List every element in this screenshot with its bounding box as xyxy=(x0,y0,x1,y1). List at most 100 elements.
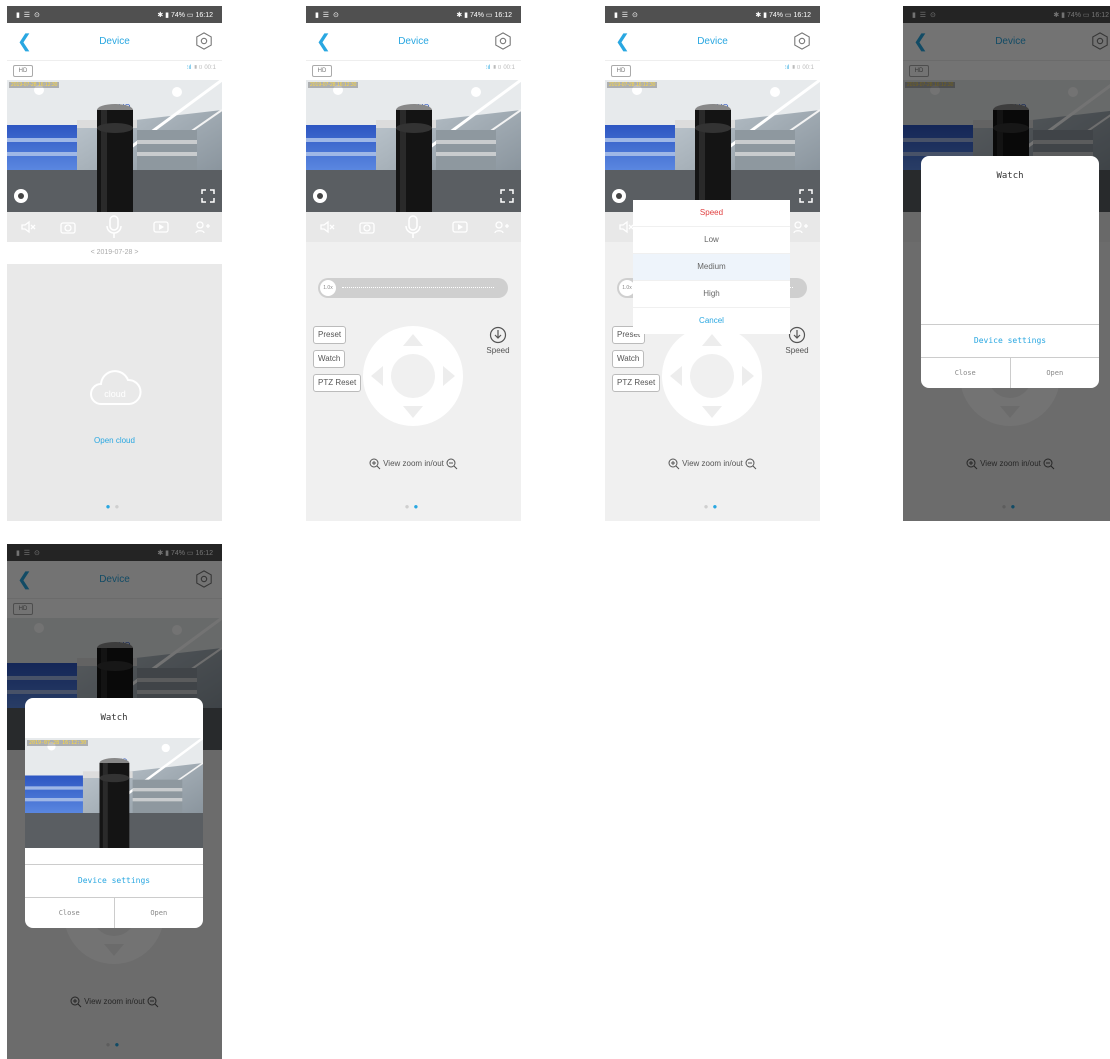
watch-dialog-title: Watch xyxy=(100,713,128,723)
info-bar: HD ⫶ıl ▮▯ 00:1 xyxy=(7,60,222,81)
zoom-slider[interactable]: 1.0x xyxy=(318,278,508,298)
watch-preview: 2019-07-28 16:12:30 xyxy=(25,738,203,848)
zoom-out-icon[interactable] xyxy=(745,458,757,470)
ptz-panel: 1.0x Preset Watch PTZ Reset Speed View z… xyxy=(306,242,521,521)
signal-icon: ⫶ıl xyxy=(186,65,192,71)
page-dot-active: ● xyxy=(712,502,722,511)
speed-icon xyxy=(788,326,806,344)
slider-track xyxy=(342,287,494,290)
camera-video[interactable]: 2019-07-28 16:12:30 xyxy=(306,80,521,212)
speed-button[interactable]: Speed xyxy=(484,326,512,355)
watch-preview-empty xyxy=(921,196,1099,324)
record-icon[interactable] xyxy=(451,218,469,236)
speed-cancel-button[interactable]: Cancel xyxy=(633,308,790,334)
page-indicator: ●● xyxy=(306,502,521,511)
watch-dialog-actions: Close Open xyxy=(25,897,203,928)
zoom-in-icon[interactable] xyxy=(668,458,680,470)
watch-dialog-actions: Close Open xyxy=(921,357,1099,388)
watch-dialog-title: Watch xyxy=(996,171,1024,181)
zoom-label: View zoom in/out xyxy=(682,459,743,469)
share-icon[interactable] xyxy=(492,218,510,236)
signal-extra: ▮▯ 00:1 xyxy=(193,65,216,71)
signal-icon: ⫶ıl xyxy=(784,65,790,71)
fullscreen-icon[interactable] xyxy=(200,188,216,204)
microphone-icon[interactable] xyxy=(104,214,124,240)
speed-option-low[interactable]: Low xyxy=(633,227,790,254)
close-button[interactable]: Close xyxy=(25,898,114,928)
signal-extra: ▮▯ 00:1 xyxy=(791,65,814,71)
watch-dialog: Watch 2019-07-28 16:12:30 Device setting… xyxy=(25,698,203,928)
speed-option-medium[interactable]: Medium xyxy=(633,254,790,281)
settings-icon[interactable] xyxy=(195,32,213,50)
cloud-icon[interactable]: cloud xyxy=(87,368,143,408)
share-icon[interactable] xyxy=(791,218,809,236)
status-right: ✱ ▮ 74% ▭ 16:12 xyxy=(755,11,811,19)
camera-video[interactable]: 2019-07-28 16:12:30 xyxy=(605,80,820,212)
watch-button[interactable]: Watch xyxy=(313,350,346,368)
record-icon[interactable] xyxy=(152,218,170,236)
microphone-icon[interactable] xyxy=(403,214,423,240)
open-button[interactable]: Open xyxy=(113,898,204,928)
title-bar: ❮ Device xyxy=(306,23,521,60)
open-cloud-link[interactable]: Open cloud xyxy=(7,436,222,445)
speed-label: Speed xyxy=(486,346,510,355)
signal-extra: ▮▯ 00:1 xyxy=(492,65,515,71)
watch-button[interactable]: Watch xyxy=(612,350,645,368)
back-icon[interactable]: ❮ xyxy=(615,31,635,51)
page-title: Device xyxy=(398,36,429,47)
status-left: ▮ ☰ ⊙ xyxy=(614,11,639,19)
speed-dialog: Speed Low Medium High Cancel xyxy=(633,200,790,334)
settings-icon[interactable] xyxy=(494,32,512,50)
video-frame xyxy=(605,80,820,212)
video-frame xyxy=(7,80,222,212)
signal-icon: ⫶ıl xyxy=(485,65,491,71)
page-dot: ● xyxy=(703,502,713,511)
rotate-icon[interactable] xyxy=(611,188,627,204)
slider-knob[interactable]: 1.0x xyxy=(320,280,336,296)
settings-icon[interactable] xyxy=(793,32,811,50)
status-bar: ▮ ☰ ⊙ ✱ ▮ 74% ▭ 16:12 xyxy=(7,6,222,23)
share-icon[interactable] xyxy=(193,218,211,236)
rotate-icon[interactable] xyxy=(312,188,328,204)
ptz-reset-button[interactable]: PTZ Reset xyxy=(612,374,661,392)
camera-icon[interactable] xyxy=(358,218,376,236)
direction-pad[interactable] xyxy=(361,324,465,428)
watch-dialog: Watch Device settings Close Open xyxy=(921,156,1099,388)
ptz-reset-button[interactable]: PTZ Reset xyxy=(313,374,362,392)
back-icon[interactable]: ❮ xyxy=(316,31,336,51)
fullscreen-icon[interactable] xyxy=(499,188,515,204)
direction-pad[interactable] xyxy=(660,324,764,428)
screen-ptz: ▮ ☰ ⊙ ✱ ▮ 74% ▭ 16:12 ❮ Device HD ⫶ıl ▮▯… xyxy=(306,6,521,521)
zoom-out-icon[interactable] xyxy=(446,458,458,470)
fullscreen-icon[interactable] xyxy=(798,188,814,204)
open-button[interactable]: Open xyxy=(1009,358,1100,388)
back-icon[interactable]: ❮ xyxy=(17,31,37,51)
hd-badge[interactable]: HD xyxy=(312,65,332,77)
page-indicator: ●● xyxy=(7,502,222,511)
close-button[interactable]: Close xyxy=(921,358,1010,388)
watch-preview-spacer xyxy=(25,848,203,864)
device-settings-button[interactable]: Device settings xyxy=(25,864,203,897)
video-frame xyxy=(306,80,521,212)
zoom-row: View zoom in/out xyxy=(605,458,820,470)
status-bar: ▮ ☰ ⊙ ✱ ▮ 74% ▭ 16:12 xyxy=(605,6,820,23)
camera-icon[interactable] xyxy=(59,218,77,236)
date-navigator[interactable]: < 2019-07-28 > xyxy=(7,242,222,264)
hd-badge[interactable]: HD xyxy=(13,65,33,77)
page-dot-active: ● xyxy=(105,502,115,511)
hd-badge[interactable]: HD xyxy=(611,65,631,77)
status-right: ✱ ▮ 74% ▭ 16:12 xyxy=(456,11,512,19)
cloud-label: cloud xyxy=(104,389,126,399)
speed-option-high[interactable]: High xyxy=(633,281,790,308)
mute-icon[interactable] xyxy=(19,218,37,236)
device-settings-button[interactable]: Device settings xyxy=(921,324,1099,357)
mute-icon[interactable] xyxy=(318,218,336,236)
camera-video[interactable]: 2019-07-28 16:12:30 xyxy=(7,80,222,212)
status-left: ▮ ☰ ⊙ xyxy=(315,11,340,19)
info-bar: HD ⫶ıl ▮▯ 00:1 xyxy=(306,60,521,81)
rotate-icon[interactable] xyxy=(13,188,29,204)
zoom-in-icon[interactable] xyxy=(369,458,381,470)
screen-cloud: ▮ ☰ ⊙ ✱ ▮ 74% ▭ 16:12 ❮ Device HD ⫶ıl ▮▯… xyxy=(7,6,222,521)
preset-button[interactable]: Preset xyxy=(313,326,347,344)
video-timestamp: 2019-07-28 16:12:30 xyxy=(27,740,89,746)
